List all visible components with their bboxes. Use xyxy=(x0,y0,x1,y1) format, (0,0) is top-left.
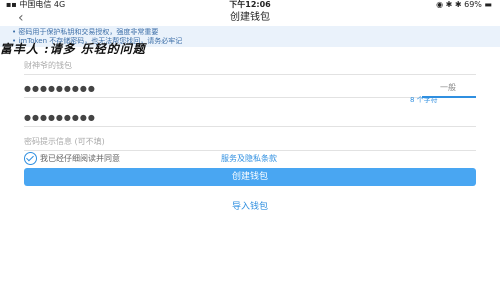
repeat-password-field[interactable]: ●●●●●●●●● xyxy=(24,104,476,127)
password-strength-label: 一般 xyxy=(440,83,456,92)
repeat-password-mask: ●●●●●●●●● xyxy=(24,113,96,122)
password-hint-field[interactable]: 密码提示信息 (可不填) xyxy=(24,128,476,151)
import-wallet-link[interactable]: 导入钱包 xyxy=(0,199,500,212)
password-mask: ●●●●●●●●● xyxy=(24,84,96,93)
wallet-name-field[interactable]: 财神爷的钱包 xyxy=(24,52,476,75)
wallet-name-placeholder: 财神爷的钱包 xyxy=(24,61,72,70)
password-field[interactable]: ●●●●●●●●● 一般 xyxy=(24,75,476,98)
checkbox-checked-icon[interactable] xyxy=(24,152,37,165)
status-indicators: ◉ ✱ ✱ 69% ▬ xyxy=(436,0,492,9)
page-title: 创建钱包 xyxy=(230,12,270,23)
terms-link[interactable]: 服务及隐私条款 xyxy=(221,153,277,164)
agreement-row: 我已经仔细阅读并同意 服务及隐私条款 xyxy=(24,152,476,165)
nav-bar: ‹ 创建钱包 xyxy=(0,10,500,26)
tip-line: • 密码用于保护私钥和交易授权，强度非常重要 xyxy=(12,28,159,36)
status-time: 下午12:06 xyxy=(229,0,271,9)
status-bar: ▪▪ 中国电信 4G 下午12:06 ◉ ✱ ✱ 69% ▬ xyxy=(0,0,500,10)
password-hint-placeholder: 密码提示信息 (可不填) xyxy=(24,137,105,146)
agreement-text: 我已经仔细阅读并同意 xyxy=(40,154,120,163)
create-wallet-button[interactable]: 创建钱包 xyxy=(24,168,476,186)
